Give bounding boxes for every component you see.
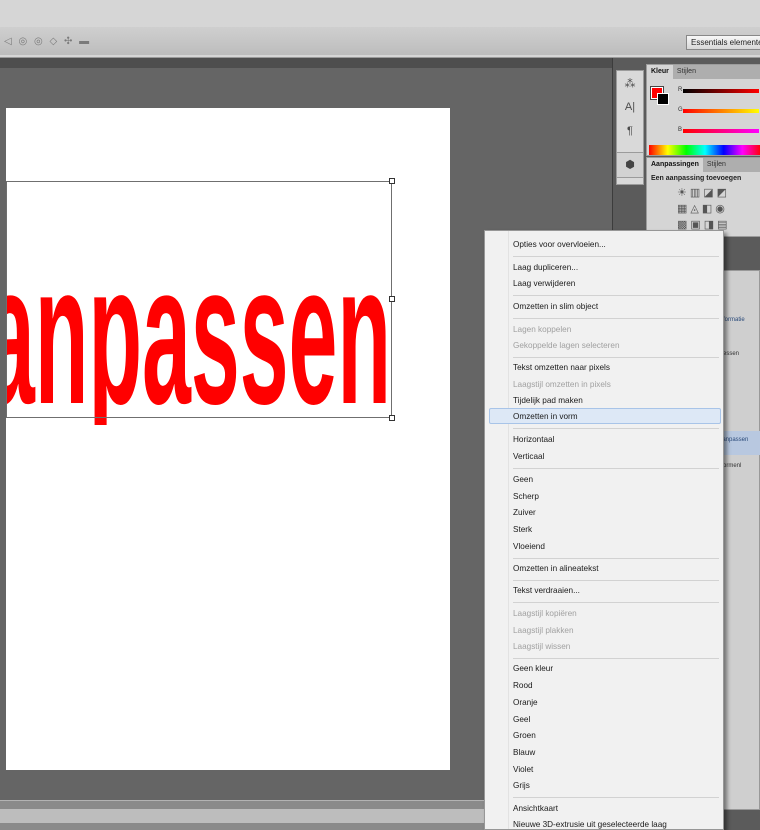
transform-bounding-box[interactable]: [6, 181, 392, 418]
menu-item-zuiver[interactable]: Zuiver: [513, 507, 536, 519]
paragraph-icon[interactable]: ¶: [620, 125, 640, 143]
document-tab-bar: [0, 58, 612, 68]
menu-separator: [513, 428, 719, 429]
menu-item-tekst-verdraaien[interactable]: Tekst verdraaien...: [513, 585, 580, 597]
menu-item-nieuwe-3d-extrusie[interactable]: Nieuwe 3D-extrusie uit geselecteerde laa…: [513, 819, 667, 829]
menu-separator: [513, 602, 719, 603]
menu-item-geen-kleur[interactable]: Geen kleur: [513, 663, 553, 675]
tab-kleur[interactable]: Kleur: [647, 65, 673, 79]
tab-stijlen-adj[interactable]: Stijlen: [703, 158, 730, 172]
menu-gutter: [485, 231, 509, 829]
color-panel: Kleur Stijlen R G B: [646, 64, 760, 156]
menu-item-groen[interactable]: Groen: [513, 730, 536, 742]
layer-label-ormen: ormenl: [723, 463, 742, 469]
menu-separator: [513, 580, 719, 581]
menu-item-horizontaal[interactable]: Horizontaal: [513, 434, 554, 446]
menu-item-geen[interactable]: Geen: [513, 474, 533, 486]
background-swatch[interactable]: [657, 93, 669, 105]
menu-item-scherp[interactable]: Scherp: [513, 491, 539, 503]
adjustment-icons[interactable]: ☀▥◪◩ ▦◬◧◉ ▩▣◨▤: [647, 185, 760, 233]
history-icon[interactable]: ⁂: [620, 77, 640, 95]
menu-item-sterk[interactable]: Sterk: [513, 524, 532, 536]
adjustments-panel: Aanpassingen Stijlen Een aanpassing toev…: [646, 157, 760, 237]
transform-handle-top-right[interactable]: [389, 178, 395, 184]
menu-item-violet[interactable]: Violet: [513, 764, 533, 776]
menu-item-laagstijl-plakken: Laagstijl plakken: [513, 626, 574, 635]
menu-item-tijdelijk-pad-maken[interactable]: Tijdelijk pad maken: [513, 395, 583, 407]
layer-label-essen: essen: [723, 351, 740, 357]
menu-item-laag-dupliceren[interactable]: Laag dupliceren...: [513, 262, 578, 274]
menu-item-opties-voor-overvloeien[interactable]: Opties voor overvloeien...: [513, 239, 606, 251]
menu-item-geel[interactable]: Geel: [513, 714, 530, 726]
menu-separator: [513, 468, 719, 469]
menu-separator: [513, 658, 719, 659]
menu-separator: [513, 558, 719, 559]
blue-slider[interactable]: [683, 129, 759, 133]
panel-icon-column-secondary: ⬢: [616, 152, 644, 178]
menu-item-tekst-omzetten-naar-pixels[interactable]: Tekst omzetten naar pixels: [513, 362, 610, 374]
tab-aanpassingen[interactable]: Aanpassingen: [647, 158, 703, 172]
character-icon[interactable]: A|: [620, 101, 640, 119]
menu-separator: [513, 256, 719, 257]
align-tools-icon[interactable]: ◁ ◎ ◎ ◇ ✣ ▬: [4, 36, 91, 47]
options-strip: [0, 27, 760, 55]
menu-item-lagen-koppelen: Lagen koppelen: [513, 325, 572, 334]
menu-separator: [513, 295, 719, 296]
menu-separator: [513, 357, 719, 358]
layer-context-menu: Opties voor overvloeien... Laag duplicer…: [484, 230, 724, 830]
channel-label-b: B: [678, 127, 683, 133]
tab-stijlen[interactable]: Stijlen: [673, 65, 700, 79]
menu-item-rood[interactable]: Rood: [513, 680, 533, 692]
menu-item-verticaal[interactable]: Verticaal: [513, 451, 544, 463]
menu-item-omzetten-in-vorm[interactable]: Omzetten in vorm: [513, 411, 578, 423]
menu-item-omzetten-in-alineatekst[interactable]: Omzetten in alineatekst: [513, 563, 599, 575]
adjustments-title: Een aanpassing toevoegen: [651, 175, 742, 182]
options-bar: ◁ ◎ ◎ ◇ ✣ ▬ Essentials elementen: [0, 0, 760, 58]
red-slider[interactable]: [683, 89, 759, 93]
channel-label-g: G: [678, 107, 683, 113]
menu-item-laag-verwijderen[interactable]: Laag verwijderen: [513, 278, 575, 290]
transform-handle-bottom-right[interactable]: [389, 415, 395, 421]
layer-label-formatie: formatie: [723, 317, 745, 323]
menu-item-ansichtkaart[interactable]: Ansichtkaart: [513, 803, 558, 815]
color-spectrum[interactable]: [649, 145, 760, 155]
menu-separator: [513, 797, 719, 798]
menu-item-gekoppelde-lagen-selecteren: Gekoppelde lagen selecteren: [513, 341, 620, 350]
green-slider[interactable]: [683, 109, 759, 113]
menu-separator: [513, 318, 719, 319]
channel-label-r: R: [678, 87, 683, 93]
mask-icon[interactable]: ⬢: [617, 153, 643, 171]
menu-item-laagstijl-omzetten-in-pixels: Laagstijl omzetten in pixels: [513, 380, 611, 389]
transform-handle-middle-right[interactable]: [389, 296, 395, 302]
menu-item-omzetten-in-slim-object[interactable]: Omzetten in slim object: [513, 301, 598, 313]
menu-item-oranje[interactable]: Oranje: [513, 697, 538, 709]
menu-item-laagstijl-kopieren: Laagstijl kopiëren: [513, 609, 577, 618]
workspace-switcher-button[interactable]: Essentials elementen: [686, 35, 760, 50]
menu-item-laagstijl-wissen: Laagstijl wissen: [513, 642, 571, 651]
menu-item-blauw[interactable]: Blauw: [513, 747, 535, 759]
menu-item-grijs[interactable]: Grijs: [513, 780, 530, 792]
menu-item-vloeiend[interactable]: Vloeiend: [513, 541, 545, 553]
